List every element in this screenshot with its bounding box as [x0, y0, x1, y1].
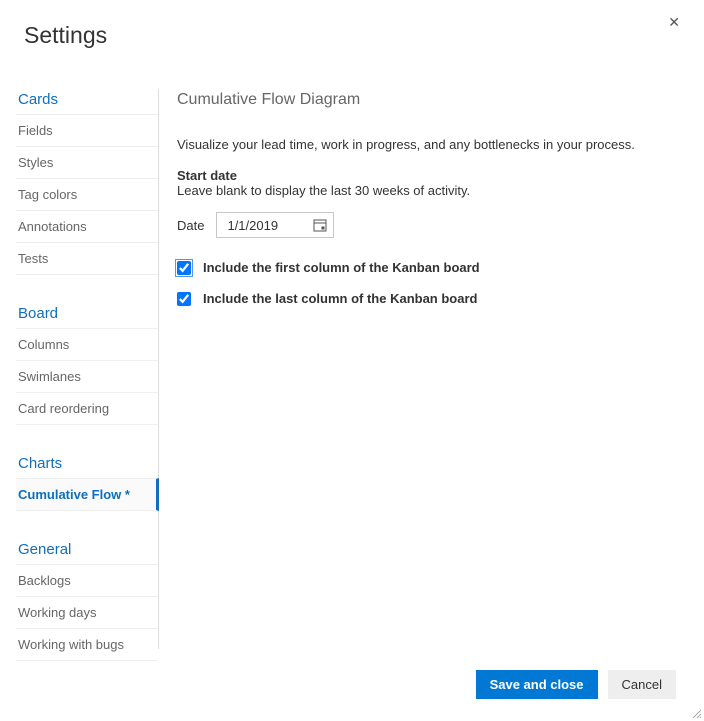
dialog-footer: Save and close Cancel — [476, 670, 676, 699]
sidebar-item-working-days[interactable]: Working days — [16, 596, 158, 628]
sidebar-item-cumulative-flow[interactable]: Cumulative Flow * — [16, 478, 159, 511]
sidebar-item-styles[interactable]: Styles — [16, 146, 158, 178]
dialog-title: Settings — [0, 0, 704, 49]
calendar-icon[interactable] — [313, 218, 327, 232]
date-input-wrapper[interactable] — [216, 212, 334, 238]
cancel-button[interactable]: Cancel — [608, 670, 676, 699]
main-panel: Cumulative Flow Diagram Visualize your l… — [159, 89, 704, 649]
nav-group-cards: Cards — [16, 89, 158, 114]
sidebar-item-annotations[interactable]: Annotations — [16, 210, 158, 242]
save-and-close-button[interactable]: Save and close — [476, 670, 598, 699]
nav-group-general: General — [16, 535, 158, 564]
include-first-column-row: Include the first column of the Kanban b… — [177, 260, 680, 275]
sidebar-item-fields[interactable]: Fields — [16, 114, 158, 146]
include-first-column-label: Include the first column of the Kanban b… — [203, 260, 480, 275]
include-last-column-checkbox[interactable] — [177, 292, 191, 306]
date-label: Date — [177, 218, 204, 233]
settings-sidebar: Cards Fields Styles Tag colors Annotatio… — [0, 89, 159, 649]
start-date-hint: Leave blank to display the last 30 weeks… — [177, 183, 680, 198]
sidebar-item-backlogs[interactable]: Backlogs — [16, 564, 158, 596]
include-first-column-checkbox[interactable] — [177, 261, 191, 275]
sidebar-item-card-reordering[interactable]: Card reordering — [16, 392, 158, 425]
include-last-column-label: Include the last column of the Kanban bo… — [203, 291, 477, 306]
sidebar-item-swimlanes[interactable]: Swimlanes — [16, 360, 158, 392]
resize-grip-icon[interactable] — [690, 707, 702, 719]
sidebar-item-columns[interactable]: Columns — [16, 328, 158, 360]
start-date-label: Start date — [177, 168, 680, 183]
date-input[interactable] — [227, 218, 313, 233]
sidebar-item-tests[interactable]: Tests — [16, 242, 158, 275]
close-icon[interactable]: ✕ — [668, 15, 680, 29]
panel-title: Cumulative Flow Diagram — [177, 91, 680, 109]
panel-description: Visualize your lead time, work in progre… — [177, 137, 680, 152]
nav-group-charts: Charts — [16, 449, 158, 478]
nav-group-board: Board — [16, 299, 158, 328]
sidebar-item-working-with-bugs[interactable]: Working with bugs — [16, 628, 158, 661]
sidebar-item-tag-colors[interactable]: Tag colors — [16, 178, 158, 210]
include-last-column-row: Include the last column of the Kanban bo… — [177, 291, 680, 306]
